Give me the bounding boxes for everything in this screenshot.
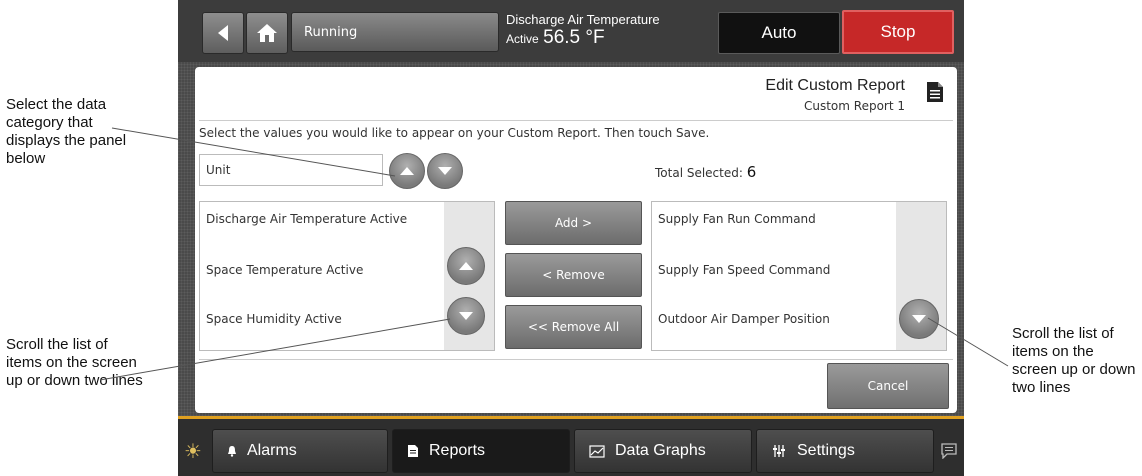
tab-label: Data Graphs	[615, 442, 706, 459]
list-item[interactable]: Supply Fan Speed Command	[658, 263, 830, 277]
list-item[interactable]: Supply Fan Run Command	[658, 212, 816, 226]
callout-scroll-right: Scroll the list of items on the screen u…	[1012, 325, 1136, 396]
readout: Discharge Air Temperature Active 56.5 °F	[506, 12, 660, 49]
bell-icon	[228, 446, 236, 457]
chevron-down-icon	[459, 312, 473, 320]
readout-label: Discharge Air Temperature	[506, 12, 660, 27]
chevron-up-icon	[459, 262, 473, 270]
graph-icon	[589, 444, 605, 458]
settings-sliders-icon	[773, 445, 785, 457]
selected-scroll-down-button[interactable]	[899, 299, 939, 339]
edit-report-panel: Edit Custom Report Custom Report 1 Selec…	[195, 67, 957, 413]
back-arrow-icon	[218, 25, 228, 41]
list-item[interactable]: Space Humidity Active	[206, 312, 342, 326]
stop-button[interactable]: Stop	[842, 10, 954, 54]
divider	[199, 359, 953, 360]
available-scroll-down-button[interactable]	[447, 297, 485, 335]
report-name: Custom Report 1	[803, 99, 905, 113]
list-item[interactable]: Discharge Air Temperature Active	[206, 212, 407, 226]
chevron-down-icon	[912, 315, 926, 323]
sun-icon[interactable]: ☀	[184, 441, 202, 461]
auto-button[interactable]: Auto	[718, 12, 840, 54]
instructions: Select the values you would like to appe…	[199, 126, 710, 140]
callout-scroll-left: Scroll the list of items on the screen u…	[6, 336, 143, 389]
chevron-down-icon	[438, 167, 452, 175]
tab-data-graphs[interactable]: Data Graphs	[574, 429, 752, 473]
callout-category: Select the data category that displays t…	[6, 96, 127, 167]
document-icon	[927, 82, 943, 102]
category-value: Unit	[206, 163, 231, 177]
tab-settings[interactable]: Settings	[756, 429, 934, 473]
category-select[interactable]: Unit	[199, 154, 383, 186]
category-up-button[interactable]	[389, 153, 425, 189]
tab-reports[interactable]: Reports	[392, 429, 570, 473]
remove-button[interactable]: < Remove	[505, 253, 642, 297]
tab-label: Reports	[429, 442, 486, 459]
report-icon	[408, 445, 418, 457]
status-text: Running	[304, 24, 358, 40]
chat-icon[interactable]	[940, 443, 958, 459]
readout-value: 56.5 °F	[543, 27, 605, 48]
total-selected: Total Selected: 6	[655, 163, 756, 181]
readout-prefix: Active	[506, 32, 539, 46]
list-item[interactable]: Space Temperature Active	[206, 263, 363, 277]
page-title: Edit Custom Report	[765, 77, 905, 94]
tab-label: Settings	[797, 442, 855, 459]
top-bar: Running Discharge Air Temperature Active…	[178, 0, 964, 62]
bottom-nav: ☀ Alarms Reports Data Graphs Settings	[178, 419, 964, 476]
status-display: Running	[291, 12, 499, 52]
home-icon	[257, 24, 277, 42]
home-button[interactable]	[246, 12, 288, 54]
back-button[interactable]	[202, 12, 244, 54]
device-screen: Running Discharge Air Temperature Active…	[178, 0, 964, 476]
category-down-button[interactable]	[427, 153, 463, 189]
total-selected-count: 6	[746, 163, 757, 181]
add-button[interactable]: Add >	[505, 201, 642, 245]
total-selected-label: Total Selected:	[655, 166, 743, 180]
list-item[interactable]: Outdoor Air Damper Position	[658, 312, 830, 326]
tab-alarms[interactable]: Alarms	[212, 429, 388, 473]
remove-all-button[interactable]: << Remove All	[505, 305, 642, 349]
cancel-button[interactable]: Cancel	[827, 363, 949, 409]
tab-label: Alarms	[247, 442, 297, 459]
available-scroll-up-button[interactable]	[447, 247, 485, 285]
divider	[199, 120, 953, 121]
chevron-up-icon	[400, 167, 414, 175]
